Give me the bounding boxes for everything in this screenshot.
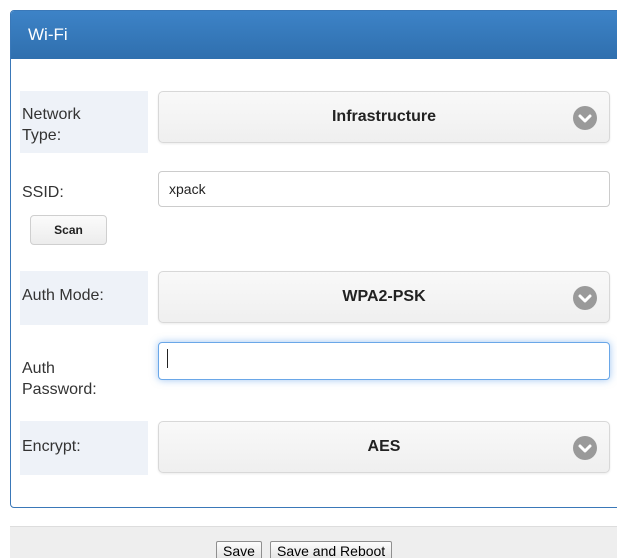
save-and-reboot-button[interactable]: Save and Reboot [270,541,393,558]
chevron-down-icon [573,286,597,310]
auth-password-label: Auth Password: [22,360,97,398]
network-type-select[interactable]: Infrastructure [158,91,610,143]
scan-button[interactable]: Scan [30,215,107,245]
encrypt-label: Encrypt: [22,438,81,455]
encrypt-select[interactable]: AES [158,421,610,473]
save-button[interactable]: Save [216,541,262,558]
auth-password-input[interactable] [158,342,610,380]
ssid-label: SSID: [22,184,64,201]
encrypt-value: AES [367,438,401,455]
auth-mode-value: WPA2-PSK [342,288,426,305]
wifi-settings-page: Wi-Fi Network Type: Infrastructure SSID:… [0,0,617,558]
chevron-down-icon [573,436,597,460]
ssid-input[interactable] [158,171,610,207]
auth-mode-select[interactable]: WPA2-PSK [158,271,610,323]
chevron-down-icon [573,106,597,130]
text-caret [167,349,168,368]
network-type-label: Network Type: [22,106,81,144]
network-type-value: Infrastructure [331,108,437,125]
auth-mode-label: Auth Mode: [22,287,104,304]
panel-title: Wi-Fi [11,11,617,59]
